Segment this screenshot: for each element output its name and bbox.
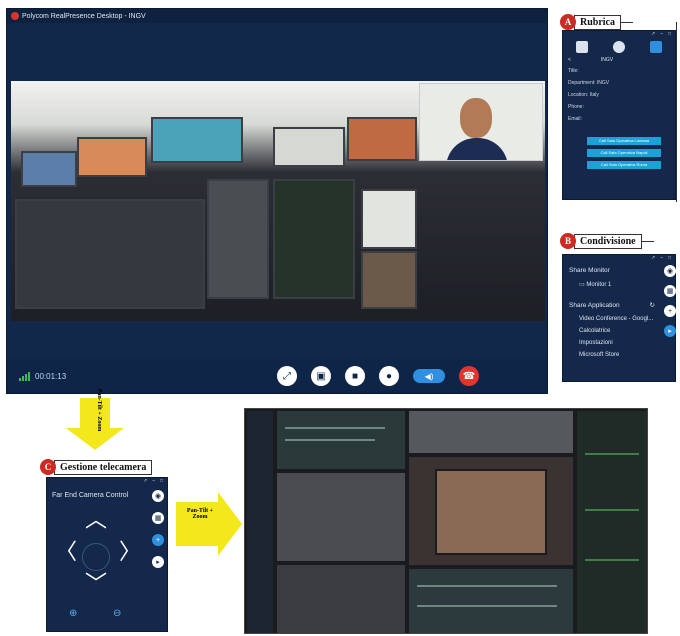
call-timer: 00:01:13 xyxy=(35,371,67,381)
contact-field: Location: Italy xyxy=(568,92,599,98)
wall-screen xyxy=(347,117,417,161)
rubrica-panel: ↗ – □ < INGV Title: Department: INGV Locat… xyxy=(562,30,676,200)
zoomed-camera-view xyxy=(244,408,648,634)
arrow-label: Pan-Tilt + Zoom xyxy=(186,508,214,520)
fullscreen-button[interactable]: ⤢ xyxy=(277,366,297,386)
end-call-button[interactable]: ☎ xyxy=(459,366,479,386)
wall-screen xyxy=(77,137,147,177)
rubrica-tabs xyxy=(563,39,675,55)
camera-center-ring[interactable] xyxy=(82,543,110,571)
layout-icon[interactable]: ▦ xyxy=(152,512,164,524)
contact-header: < INGV xyxy=(563,55,675,65)
call-button[interactable]: Call Sala Operativa Lontana xyxy=(587,137,661,145)
app-item[interactable]: Microsoft Store xyxy=(563,349,675,361)
share-icon[interactable]: + xyxy=(664,305,676,317)
app-item[interactable]: Calcolatrice xyxy=(563,325,675,337)
contact-field: Phone: xyxy=(568,104,584,110)
camera-control-title: Far End Camera Control xyxy=(52,492,129,499)
camera-control-panel: ↗ – □ Far End Camera Control ︿ 〈 〉 ﹀ ⊕ ⊖ ◉… xyxy=(46,477,168,632)
window-titlebar: Polycom RealPresence Desktop - INGV xyxy=(7,9,547,23)
polycom-logo-icon xyxy=(11,12,19,20)
app-item[interactable]: Impostazioni xyxy=(563,337,675,349)
share-monitor-row[interactable]: Share Monitor xyxy=(563,263,675,278)
wall-screen xyxy=(21,151,77,187)
video-icon[interactable]: ▸ xyxy=(152,556,164,568)
dialpad-tab-icon[interactable] xyxy=(575,41,588,53)
callout-rubrica: A Rubrica xyxy=(560,14,633,30)
contact-field: Department: INGV xyxy=(568,80,610,86)
pan-down-icon[interactable]: ﹀ xyxy=(85,574,107,596)
main-video-window: Polycom RealPresence Desktop - INGV 00:0… xyxy=(6,8,548,394)
video-icon[interactable]: ▸ xyxy=(664,325,676,337)
callout-label: Gestione telecamera xyxy=(54,459,153,475)
wall-screen-grid xyxy=(15,199,205,309)
pan-left-icon[interactable]: 〈 xyxy=(55,542,77,564)
callout-gestione-telecamera: C Gestione telecamera xyxy=(40,459,153,475)
callout-label: Condivisione xyxy=(574,233,642,249)
side-toolbar: ◉ ▦ + ▸ xyxy=(152,490,164,568)
camera-control-icon[interactable]: ◉ xyxy=(152,490,164,502)
app-item[interactable]: Video Conference - Googl... xyxy=(563,313,675,325)
layout-icon[interactable]: ▦ xyxy=(664,285,676,297)
wall-screen xyxy=(361,189,417,249)
condivisione-panel: ↗ – □ Share Monitor ▭ Monitor 1 Share Appl… xyxy=(562,254,676,382)
share-application-label: Share Application xyxy=(569,301,620,309)
wall-screen xyxy=(273,127,345,167)
wall-screen xyxy=(207,179,269,299)
callout-badge: B xyxy=(560,233,576,249)
callout-bracket xyxy=(676,22,677,202)
back-icon[interactable]: < xyxy=(568,57,571,63)
callout-condivisione: B Condivisione xyxy=(560,233,654,249)
zoom-in-icon[interactable]: ⊕ xyxy=(69,608,77,619)
wall-screen xyxy=(273,179,355,299)
panel-window-controls: ↗ – □ xyxy=(650,31,671,37)
wall-screen xyxy=(361,251,417,309)
recent-calls-tab-icon[interactable] xyxy=(612,41,625,53)
wall-screen xyxy=(151,117,243,163)
panel-window-controls: ↗ – □ xyxy=(650,255,671,261)
layout-button[interactable]: ▣ xyxy=(311,366,331,386)
callout-label: Rubrica xyxy=(574,14,621,30)
volume-toggle[interactable]: ◀) xyxy=(413,369,445,383)
camera-button[interactable]: ■ xyxy=(345,366,365,386)
refresh-icon[interactable]: ↻ xyxy=(650,301,655,309)
remote-video-feed xyxy=(11,81,545,321)
signal-strength-icon xyxy=(19,371,30,381)
contact-field: Email: xyxy=(568,116,582,122)
contact-name: INGV xyxy=(600,57,614,63)
share-monitor-label: Share Monitor xyxy=(569,267,610,274)
window-title: Polycom RealPresence Desktop - INGV xyxy=(22,12,146,20)
camera-control-icon[interactable]: ◉ xyxy=(664,265,676,277)
microphone-button[interactable]: ● xyxy=(379,366,399,386)
arrow-label: Pan-Tilt + Zoom xyxy=(96,388,102,432)
pan-up-icon[interactable]: ︿ xyxy=(85,510,107,532)
contacts-tab-icon[interactable] xyxy=(650,41,663,53)
share-icon[interactable]: + xyxy=(152,534,164,546)
pan-right-icon[interactable]: 〉 xyxy=(119,542,141,564)
monitor-item[interactable]: ▭ Monitor 1 xyxy=(563,278,675,291)
self-view-pip xyxy=(419,83,543,161)
call-button[interactable]: Call Sala Operativa Roma xyxy=(587,161,661,169)
panel-window-controls: ↗ – □ xyxy=(142,478,163,484)
monitor-item-label: Monitor 1 xyxy=(586,282,612,288)
call-button[interactable]: Call Sala Operativa Napoli xyxy=(587,149,661,157)
callout-badge: C xyxy=(40,459,56,475)
side-toolbar: ◉ ▦ + ▸ xyxy=(664,265,676,337)
share-application-row[interactable]: Share Application ↻ xyxy=(563,297,675,313)
callout-badge: A xyxy=(560,14,576,30)
contact-field: Title: xyxy=(568,68,579,74)
zoom-out-icon[interactable]: ⊖ xyxy=(113,608,121,619)
